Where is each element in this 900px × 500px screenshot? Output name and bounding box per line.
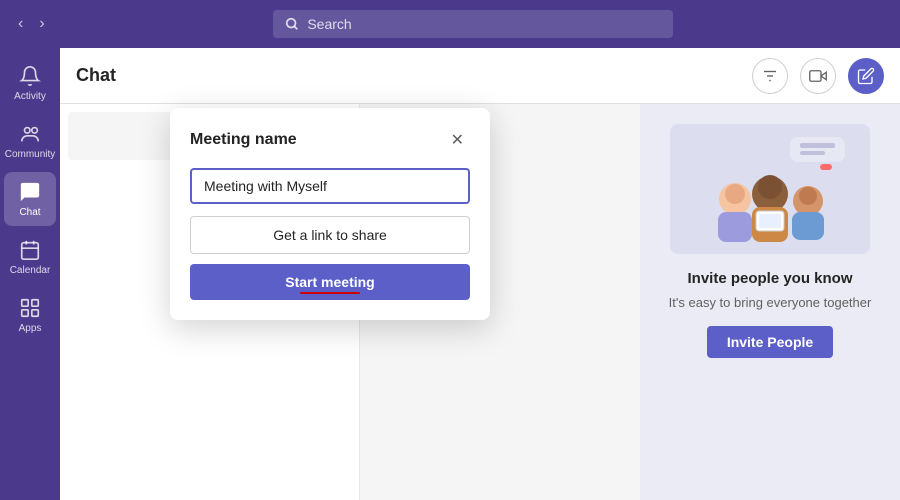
sidebar-calendar-label: Calendar [10, 265, 51, 276]
sidebar-item-calendar[interactable]: Calendar [4, 230, 56, 284]
nav-back-button[interactable]: ‹ [12, 11, 29, 37]
main-layout: Activity Community Chat [0, 48, 900, 500]
sidebar-apps-label: Apps [19, 323, 42, 334]
modal-header: Meeting name ✕ [190, 128, 470, 152]
nav-arrows: ‹ › [12, 11, 51, 37]
sidebar: Activity Community Chat [0, 48, 60, 500]
activity-icon [18, 64, 42, 88]
modal-close-button[interactable]: ✕ [445, 128, 470, 152]
sidebar-item-community[interactable]: Community [4, 114, 56, 168]
modal-title: Meeting name [190, 131, 297, 149]
modal-overlay: Meeting name ✕ Get a link to share Start… [60, 48, 900, 500]
sidebar-chat-label: Chat [19, 207, 40, 218]
search-icon [285, 17, 299, 31]
top-bar: ‹ › Search [0, 0, 900, 48]
calendar-icon [18, 238, 42, 262]
meeting-name-modal: Meeting name ✕ Get a link to share Start… [170, 108, 490, 320]
apps-icon [18, 296, 42, 320]
chat-icon [18, 180, 42, 204]
community-icon [18, 122, 42, 146]
sidebar-item-chat[interactable]: Chat [4, 172, 56, 226]
sidebar-activity-label: Activity [14, 91, 46, 102]
sidebar-item-apps[interactable]: Apps [4, 288, 56, 342]
search-bar[interactable]: Search [273, 10, 673, 38]
content-area: Chat [60, 48, 900, 500]
start-meeting-button[interactable]: Start meeting [190, 264, 470, 300]
meeting-name-input[interactable] [190, 168, 470, 204]
get-link-button[interactable]: Get a link to share [190, 216, 470, 254]
nav-forward-button[interactable]: › [33, 11, 50, 37]
sidebar-item-activity[interactable]: Activity [4, 56, 56, 110]
sidebar-community-label: Community [5, 149, 56, 160]
search-placeholder: Search [307, 16, 351, 32]
